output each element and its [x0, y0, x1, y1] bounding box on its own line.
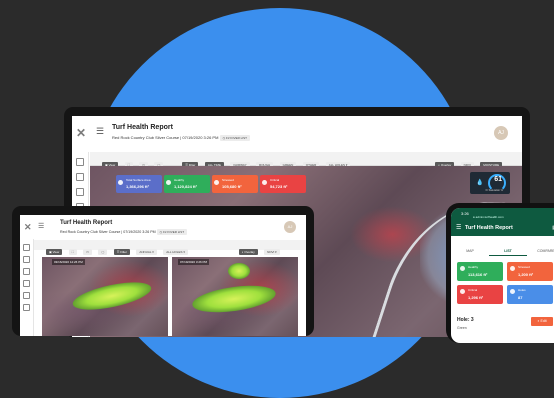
- warning-icon: [510, 266, 515, 271]
- logo-icon: ✕: [24, 222, 32, 232]
- stat-total: Total Surface Area 1,366,296 ft²: [116, 175, 162, 193]
- warning-icon: [214, 180, 219, 185]
- tablet-screen: ✕ ☰ Turf Health Report Red Rock Country …: [20, 215, 306, 336]
- stat-critical: Critical 54,723 ft²: [260, 175, 306, 193]
- annual-dropdown[interactable]: ANNUAL ▾: [136, 248, 157, 255]
- map-icon[interactable]: [76, 158, 84, 166]
- chart-icon[interactable]: [76, 173, 84, 181]
- chart-icon[interactable]: [23, 256, 30, 263]
- page-title: Turf Health Report: [112, 124, 173, 131]
- card-holes: Holes 87: [507, 285, 553, 304]
- tab-list[interactable]: LIST: [489, 246, 527, 256]
- logo-icon: ✕: [76, 126, 87, 140]
- tablet-device: ✕ ☰ Turf Health Report Red Rock Country …: [12, 206, 314, 336]
- map-toolbar: ▣ View ⛶ ▭ ▢ ☰ Filter ALL TIME FAIRWAY R…: [90, 152, 522, 186]
- gauge-value: 61: [494, 176, 502, 183]
- map-toolbar: ▣ View ⛶ ▭ ▢ ☰ Filter ANNUAL ▾ ALL HOLES…: [34, 240, 306, 255]
- stat-stressed: Stressed 105,680 ft²: [212, 175, 258, 193]
- alert-icon: [262, 180, 267, 185]
- laptop-header: ✕ ☰ Turf Health Report Red Rock Country …: [72, 116, 522, 152]
- stats-grid: Healthy 113,616 ft² Stressed 1,200 ft² C…: [457, 262, 554, 304]
- map-after[interactable]: 07/19/2020 3:26 PM: [172, 257, 298, 336]
- tab-compare[interactable]: COMPARE: [527, 246, 554, 256]
- layers-icon[interactable]: [23, 292, 30, 299]
- map-icon[interactable]: [23, 244, 30, 251]
- check-icon: [166, 180, 171, 185]
- ndvi-dropdown[interactable]: NDVI ▾: [264, 248, 280, 255]
- green: [228, 263, 250, 279]
- app-bar: ☰ Turf Health Report ▦: [451, 222, 554, 236]
- fullscreen-icon[interactable]: ⛶: [68, 248, 77, 255]
- alert-icon: [460, 289, 465, 294]
- saturation-gauge: 💧 61 Fr Saturation %: [470, 172, 510, 194]
- card-critical: Critical 1,296 ft²: [457, 285, 503, 304]
- sidebar: [20, 239, 34, 336]
- compare-map[interactable]: 03/16/2020 12:26 PM 07/19/2020 3:26 PM: [42, 257, 298, 336]
- holes-dropdown[interactable]: ALL HOLES ▾: [163, 248, 188, 255]
- flyover-list-button[interactable]: ◷ FLYOVER LIST: [156, 229, 188, 235]
- page-title: Turf Health Report: [465, 225, 513, 231]
- tab-map[interactable]: MAP: [451, 246, 489, 256]
- status-bar: 3:26 ● admin.turfhealth.com: [451, 208, 554, 222]
- fairway: [190, 281, 278, 317]
- fairway: [70, 276, 154, 316]
- course-date: Red Rock Country Club Silver Course | 07…: [60, 229, 156, 234]
- tab-bar: MAP LIST COMPARE: [451, 246, 554, 256]
- card-healthy: Healthy 113,616 ft²: [457, 262, 503, 281]
- view-button[interactable]: ▣ View: [46, 248, 63, 255]
- course-date: Red Rock Country Club Silver Course | 07…: [112, 135, 219, 141]
- stats-row: Total Surface Area 1,366,296 ft² Healthy…: [116, 175, 306, 193]
- menu-icon[interactable]: ☰: [456, 224, 461, 231]
- area-icon: [118, 180, 123, 185]
- avatar[interactable]: AJ: [284, 221, 296, 233]
- edit-button[interactable]: ◐ Edit: [531, 317, 553, 326]
- page-subtitle: Red Rock Country Club Silver Course | 07…: [60, 229, 189, 235]
- leaf-icon[interactable]: [76, 188, 84, 196]
- split-icon[interactable]: ▭: [83, 248, 92, 255]
- settings-icon[interactable]: [23, 304, 30, 311]
- page-subtitle: Red Rock Country Club Silver Course | 07…: [112, 135, 252, 141]
- date-after: 07/19/2020 3:26 PM: [178, 259, 210, 265]
- flag-icon: [510, 289, 515, 294]
- status-time: 3:26: [461, 211, 469, 216]
- phone-device: 3:26 ● admin.turfhealth.com ☰ Turf Healt…: [446, 203, 554, 343]
- card-stressed: Stressed 1,200 ft²: [507, 262, 553, 281]
- url-bar[interactable]: ● admin.turfhealth.com: [473, 215, 504, 219]
- gauge-caption: Fr Saturation %: [485, 189, 503, 192]
- menu-icon[interactable]: ☰: [96, 126, 104, 137]
- filter-button[interactable]: ☰ Filter: [113, 248, 130, 255]
- overlay-button[interactable]: ◐ Overlay: [238, 248, 258, 255]
- water-drop-icon: 💧: [476, 180, 484, 186]
- check-icon: [460, 266, 465, 271]
- pin-icon[interactable]: [23, 280, 30, 287]
- page-title: Turf Health Report: [60, 220, 113, 226]
- date-before: 03/16/2020 12:26 PM: [52, 259, 85, 265]
- menu-icon[interactable]: ☰: [38, 222, 44, 230]
- stat-healthy: Healthy 1,120,824 ft²: [164, 175, 210, 193]
- phone-screen: 3:26 ● admin.turfhealth.com ☰ Turf Healt…: [451, 208, 554, 343]
- single-icon[interactable]: ▢: [98, 248, 108, 255]
- flyover-list-button[interactable]: ◷ FLYOVER LIST: [219, 135, 250, 141]
- hole-label: Hole: 3: [457, 317, 474, 323]
- leaf-icon[interactable]: [23, 268, 30, 275]
- map-before[interactable]: 03/16/2020 12:26 PM: [42, 257, 168, 336]
- avatar[interactable]: AJ: [494, 126, 508, 140]
